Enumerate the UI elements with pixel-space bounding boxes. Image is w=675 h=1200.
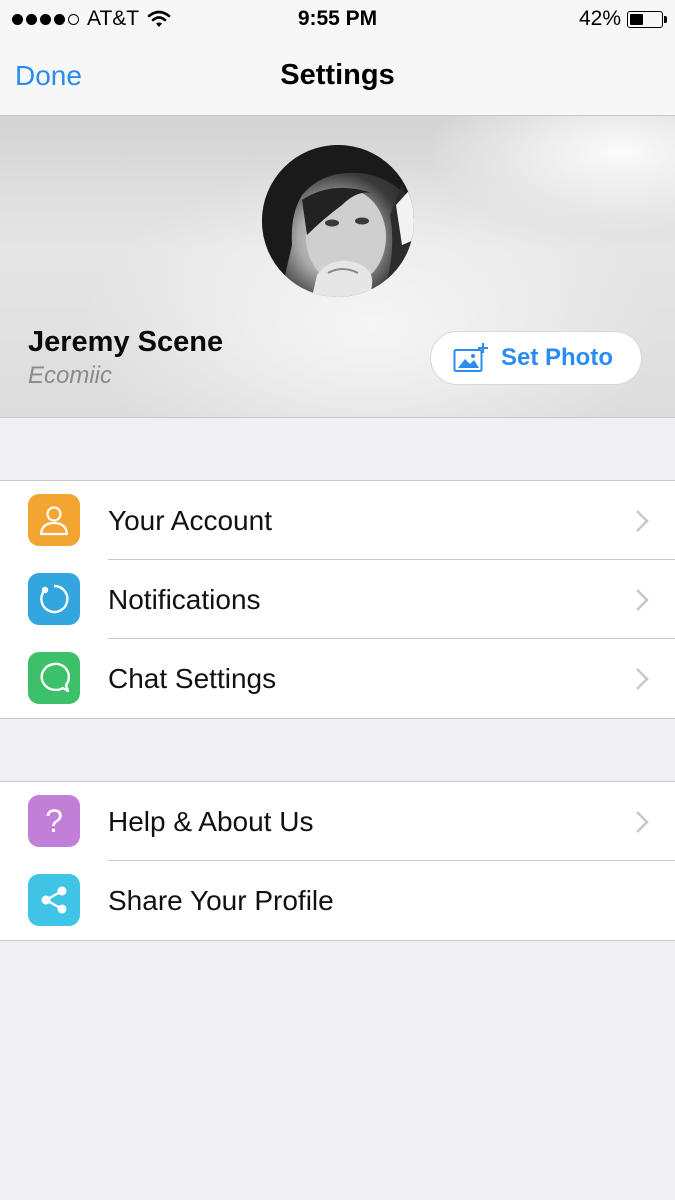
add-photo-icon [453, 343, 488, 372]
menu-item-chat-settings[interactable]: Chat Settings [0, 639, 675, 718]
carrier-name: AT&T [87, 7, 140, 30]
chat-bubble-icon [28, 652, 80, 704]
menu-item-label: Your Account [108, 505, 272, 536]
done-button[interactable]: Done [15, 60, 82, 92]
menu-item-share-profile[interactable]: Share Your Profile [0, 861, 675, 940]
person-icon [28, 494, 80, 546]
chevron-right-icon [636, 811, 649, 833]
chevron-right-icon [636, 510, 649, 532]
set-photo-label: Set Photo [501, 344, 613, 371]
signal-strength-icon [12, 13, 79, 25]
status-bar: AT&T 9:55 PM 42% [0, 0, 675, 38]
battery-level [630, 13, 643, 25]
menu-item-label: Chat Settings [108, 663, 277, 694]
wifi-icon [147, 10, 171, 27]
menu-item-notifications[interactable]: Notifications [0, 560, 675, 639]
menu-item-help-about[interactable]: ? Help & About Us [0, 782, 675, 861]
battery-icon [627, 10, 667, 28]
battery-percentage: 42% [578, 7, 621, 30]
share-icon [28, 874, 80, 926]
chevron-right-icon [636, 668, 649, 690]
page-title: Settings [280, 59, 395, 91]
menu-item-your-account[interactable]: Your Account [0, 481, 675, 560]
settings-group-secondary: ? Help & About Us Share Your Profile [0, 781, 675, 941]
notification-ring-icon [28, 573, 80, 625]
settings-group-primary: Your Account Notifications Chat Settings [0, 480, 675, 719]
navigation-bar: Done Settings [0, 38, 675, 116]
menu-item-label: Help & About Us [108, 806, 314, 837]
question-mark-icon: ? [28, 795, 80, 847]
avatar[interactable] [262, 145, 414, 297]
menu-item-label: Notifications [108, 584, 261, 615]
menu-item-label: Share Your Profile [108, 885, 334, 916]
profile-name: Jeremy Scene [28, 326, 224, 358]
chevron-right-icon [636, 589, 649, 611]
profile-subtitle: Ecomiic [28, 362, 113, 389]
profile-header: Jeremy Scene Ecomiic Set Photo [0, 116, 675, 418]
settings-screen: AT&T 9:55 PM 42% Done Settings Jeremy Sc… [0, 0, 675, 1200]
set-photo-button[interactable]: Set Photo [430, 331, 642, 385]
avatar-photo [262, 145, 414, 297]
